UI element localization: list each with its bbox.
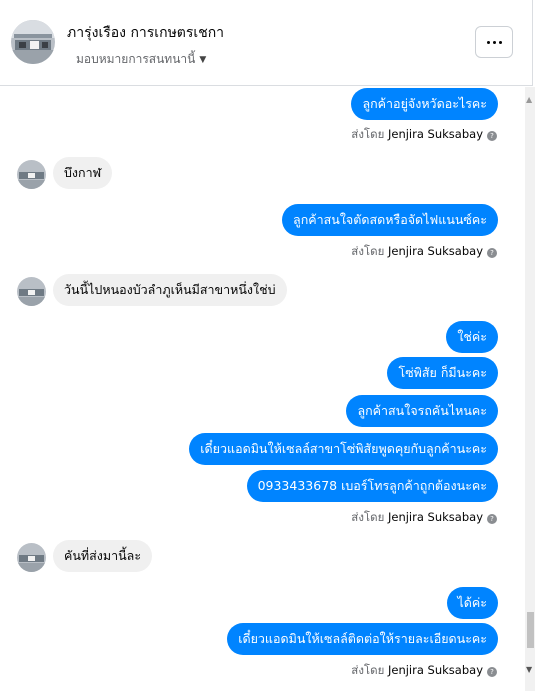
message-thread[interactable]: ลูกค้าอยู่จังหวัดอะไรคะ ส่งโดย Jenjira S… [0, 87, 533, 691]
help-icon[interactable]: ? [487, 131, 497, 141]
sent-by-label: ส่งโดย Jenjira Suksabay? [351, 243, 497, 261]
sender-name: Jenjira Suksabay [387, 244, 483, 258]
customer-avatar[interactable] [17, 160, 46, 189]
customer-avatar[interactable] [17, 277, 46, 306]
scroll-down-arrow-icon[interactable]: ▼ [526, 665, 532, 674]
conversation-header: ภารุ่งเรือง การเกษตรเชกา มอบหมายการสนทนา… [0, 0, 533, 86]
more-options-button[interactable] [475, 26, 513, 58]
sent-by-label: ส่งโดย Jenjira Suksabay? [351, 662, 497, 680]
sender-name: Jenjira Suksabay [387, 127, 483, 141]
thread-scrollbar[interactable] [525, 87, 535, 691]
message-bubble-outgoing[interactable]: เดี๋ยวแอดมินให้เซลล์สาขาโซ่พิสัยพูดคุยกั… [189, 433, 498, 465]
sent-by-label: ส่งโดย Jenjira Suksabay? [351, 126, 497, 144]
page-avatar[interactable] [11, 20, 55, 64]
scroll-up-arrow-icon[interactable]: ▲ [526, 95, 532, 104]
message-bubble-outgoing[interactable]: ได้ค่ะ [446, 587, 498, 619]
assign-conversation-dropdown[interactable]: มอบหมายการสนทนานี้ ▼ [76, 50, 206, 69]
more-dots-icon [486, 40, 490, 44]
message-bubble-incoming[interactable]: คันที่ส่งมานี้ละ [53, 540, 153, 572]
caret-down-icon: ▼ [199, 55, 207, 65]
page-title: ภารุ่งเรือง การเกษตรเชกา [67, 25, 225, 41]
scrollbar-thumb[interactable] [527, 612, 534, 648]
help-icon[interactable]: ? [487, 248, 497, 258]
message-bubble-incoming[interactable]: วันนี้ไปหนองบัวลำภูเห็นมีสาขาหนึ่งใช่บ่ [53, 274, 287, 306]
sent-by-label: ส่งโดย Jenjira Suksabay? [351, 509, 497, 527]
message-bubble-outgoing[interactable]: เดี๋ยวแอดมินให้เซลล์ติดต่อให้รายละเอียดน… [227, 623, 498, 655]
help-icon[interactable]: ? [487, 667, 497, 677]
message-bubble-incoming[interactable]: บึงกาฬ [53, 157, 113, 189]
message-bubble-outgoing[interactable]: ใช่ค่ะ [446, 321, 498, 353]
help-icon[interactable]: ? [487, 514, 497, 524]
message-bubble-outgoing[interactable]: ลูกค้าอยู่จังหวัดอะไรคะ [351, 88, 498, 120]
sender-name: Jenjira Suksabay [387, 510, 483, 524]
message-bubble-outgoing[interactable]: ลูกค้าสนใจตัดสดหรือจัดไฟแนนซ์คะ [282, 204, 498, 236]
message-bubble-outgoing[interactable]: ลูกค้าสนใจรถคันไหนคะ [346, 395, 498, 427]
customer-avatar[interactable] [17, 543, 46, 572]
assign-label: มอบหมายการสนทนานี้ [76, 52, 196, 66]
message-bubble-outgoing[interactable]: 0933433678 เบอร์โทรลูกค้าถูกต้องนะคะ [246, 470, 498, 502]
message-bubble-outgoing[interactable]: โซ่พิสัย ก็มีนะคะ [387, 357, 498, 389]
sender-name: Jenjira Suksabay [387, 663, 483, 677]
